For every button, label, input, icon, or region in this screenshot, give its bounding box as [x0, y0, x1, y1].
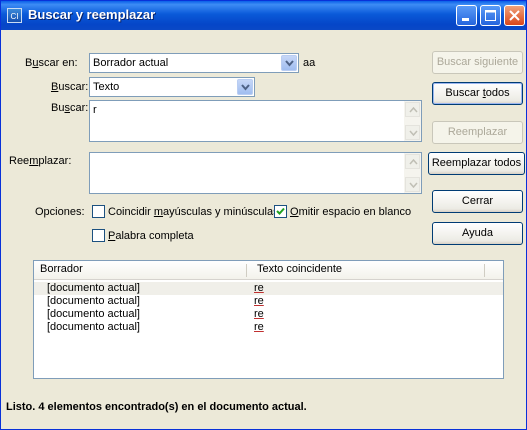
close-icon — [509, 10, 520, 21]
help-button[interactable]: Ayuda — [432, 222, 523, 245]
row-match: re — [254, 308, 264, 320]
row-doc: [documento actual] — [47, 282, 140, 294]
replace-label: Reemplazar: — [9, 155, 72, 167]
list-item[interactable]: [documento actual] re — [34, 308, 503, 321]
close-button[interactable] — [504, 5, 525, 26]
search-in-label: Buscar en: — [25, 57, 78, 69]
scroll-up-button[interactable] — [405, 102, 420, 117]
column-header-match[interactable]: Texto coincidente — [257, 263, 342, 275]
search-in-value: Borrador actual — [93, 57, 169, 69]
title-bar[interactable]: CI Buscar y reemplazar — [1, 1, 526, 30]
search-type-dropdown[interactable]: Texto — [89, 77, 255, 97]
search-in-dropdown[interactable]: Borrador actual — [89, 53, 299, 73]
whole-word-checkbox[interactable] — [92, 229, 105, 242]
scroll-down-button[interactable] — [405, 125, 420, 140]
whole-word-label[interactable]: Palabra completa — [108, 230, 194, 242]
scroll-up-button[interactable] — [405, 154, 420, 169]
ignore-space-label[interactable]: Omitir espacio en blanco — [290, 206, 411, 218]
maximize-button[interactable] — [480, 5, 501, 26]
replace-text-scrollbar[interactable] — [404, 153, 421, 193]
row-doc: [documento actual] — [47, 321, 140, 333]
search-text-label: Buscar: — [51, 102, 89, 114]
app-icon: CI — [7, 8, 22, 23]
match-case-checkbox[interactable] — [92, 205, 105, 218]
checkmark-icon — [276, 207, 285, 215]
minimize-button[interactable] — [456, 5, 477, 26]
maximize-icon — [485, 10, 496, 21]
column-header-draft[interactable]: Borrador — [40, 263, 83, 275]
scroll-down-button[interactable] — [405, 177, 420, 192]
row-doc: [documento actual] — [47, 295, 140, 307]
search-type-label: Buscar: — [51, 81, 89, 93]
row-match: re — [254, 295, 264, 307]
row-match: re — [254, 282, 264, 294]
list-item[interactable]: [documento actual] re — [34, 282, 503, 295]
replace-text-field[interactable] — [89, 152, 422, 194]
search-text-scrollbar[interactable] — [404, 101, 421, 141]
options-label: Opciones: — [35, 206, 85, 218]
list-item[interactable]: [documento actual] re — [34, 295, 503, 308]
column-divider[interactable] — [484, 264, 485, 277]
search-text-field[interactable]: r — [89, 100, 422, 142]
results-list[interactable]: Borrador Texto coincidente [documento ac… — [33, 260, 504, 379]
window-title: Buscar y reemplazar — [28, 7, 156, 22]
column-divider[interactable] — [246, 264, 247, 277]
ignore-space-checkbox[interactable] — [274, 205, 287, 218]
search-in-extra: aa — [303, 57, 316, 69]
chevron-down-icon[interactable] — [237, 79, 253, 95]
replace-button[interactable]: Reemplazar — [432, 121, 523, 144]
close-dialog-button[interactable]: Cerrar — [432, 190, 523, 213]
find-all-button[interactable]: Buscar todos — [432, 82, 523, 105]
list-item[interactable]: [documento actual] re — [34, 321, 503, 334]
minimize-icon — [462, 18, 469, 21]
chevron-down-icon[interactable] — [281, 55, 297, 71]
row-match: re — [254, 321, 264, 333]
match-case-label[interactable]: Coincidir mayúsculas y minúsculas — [108, 206, 279, 218]
find-replace-dialog: CI Buscar y reemplazar Buscar en: Borrad… — [0, 0, 527, 430]
search-type-value: Texto — [93, 81, 120, 93]
results-header: Borrador Texto coincidente — [34, 261, 503, 280]
row-doc: [documento actual] — [47, 308, 140, 320]
replace-all-button[interactable]: Reemplazar todos — [428, 152, 525, 175]
find-next-button[interactable]: Buscar siguiente — [432, 51, 523, 74]
status-text: Listo. 4 elementos encontrado(s) en el d… — [6, 401, 307, 413]
search-text-value: r — [93, 104, 97, 116]
